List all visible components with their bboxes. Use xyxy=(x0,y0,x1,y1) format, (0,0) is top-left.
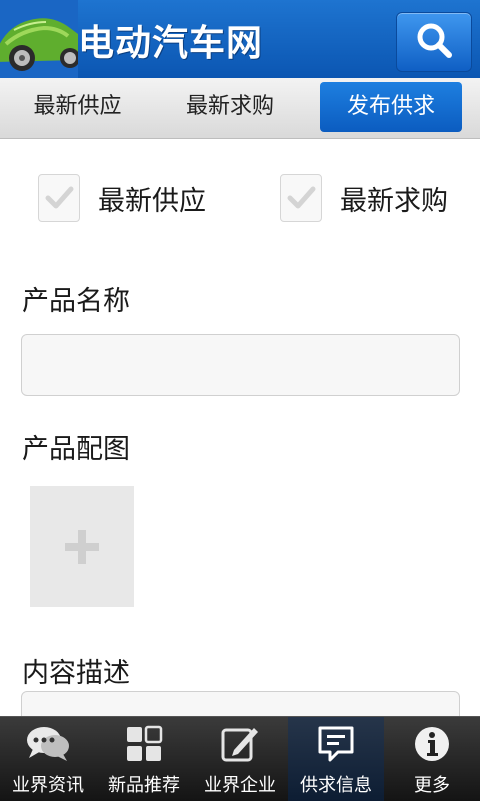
checkbox-label: 最新求购 xyxy=(340,185,448,217)
checkbox-latest-demand[interactable]: 最新求购 xyxy=(280,173,448,223)
nav-label: 新品推荐 xyxy=(108,775,180,796)
chat-bubbles-icon xyxy=(0,723,96,765)
logo-car-icon xyxy=(0,0,78,78)
nav-more[interactable]: 更多 xyxy=(384,717,480,801)
content-description-label: 内容描述 xyxy=(22,658,130,689)
checkbox-box[interactable] xyxy=(38,174,80,222)
nav-label: 业界资讯 xyxy=(12,775,84,796)
grid-icon xyxy=(96,723,192,765)
bottom-nav: 业界资讯 新品推荐 业界企业 供求信息 更多 xyxy=(0,716,480,801)
publish-form: 最新供应 最新求购 产品名称 产品配图 内容描述 xyxy=(0,139,480,716)
check-icon xyxy=(287,186,316,209)
tab-latest-supply[interactable]: 最新供应 xyxy=(0,82,155,132)
nav-new-products[interactable]: 新品推荐 xyxy=(96,717,192,801)
nav-label: 供求信息 xyxy=(300,775,372,796)
message-icon xyxy=(288,723,384,765)
tab-bar: 最新供应 最新求购 发布供求 xyxy=(0,78,480,139)
product-name-input[interactable] xyxy=(21,334,460,396)
content-description-input[interactable] xyxy=(21,691,460,716)
checkbox-box[interactable] xyxy=(280,174,322,222)
product-image-label: 产品配图 xyxy=(22,434,130,465)
search-button[interactable] xyxy=(396,12,472,72)
tab-publish[interactable]: 发布供求 xyxy=(320,82,462,132)
app-header: 电动汽车网 xyxy=(0,0,480,78)
check-icon xyxy=(45,186,74,209)
checkbox-label: 最新供应 xyxy=(98,185,206,217)
add-image-button[interactable] xyxy=(30,486,134,607)
nav-industry-news[interactable]: 业界资讯 xyxy=(0,717,96,801)
plus-icon xyxy=(65,529,99,564)
edit-icon xyxy=(192,723,288,765)
search-icon xyxy=(415,21,453,63)
info-icon xyxy=(384,723,480,765)
tab-latest-demand[interactable]: 最新求购 xyxy=(155,82,305,132)
nav-enterprises[interactable]: 业界企业 xyxy=(192,717,288,801)
nav-label: 更多 xyxy=(414,775,450,796)
nav-label: 业界企业 xyxy=(204,775,276,796)
nav-supply-demand[interactable]: 供求信息 xyxy=(288,717,384,801)
app-title: 电动汽车网 xyxy=(78,22,264,64)
product-name-label: 产品名称 xyxy=(22,286,130,317)
checkbox-latest-supply[interactable]: 最新供应 xyxy=(38,173,206,223)
